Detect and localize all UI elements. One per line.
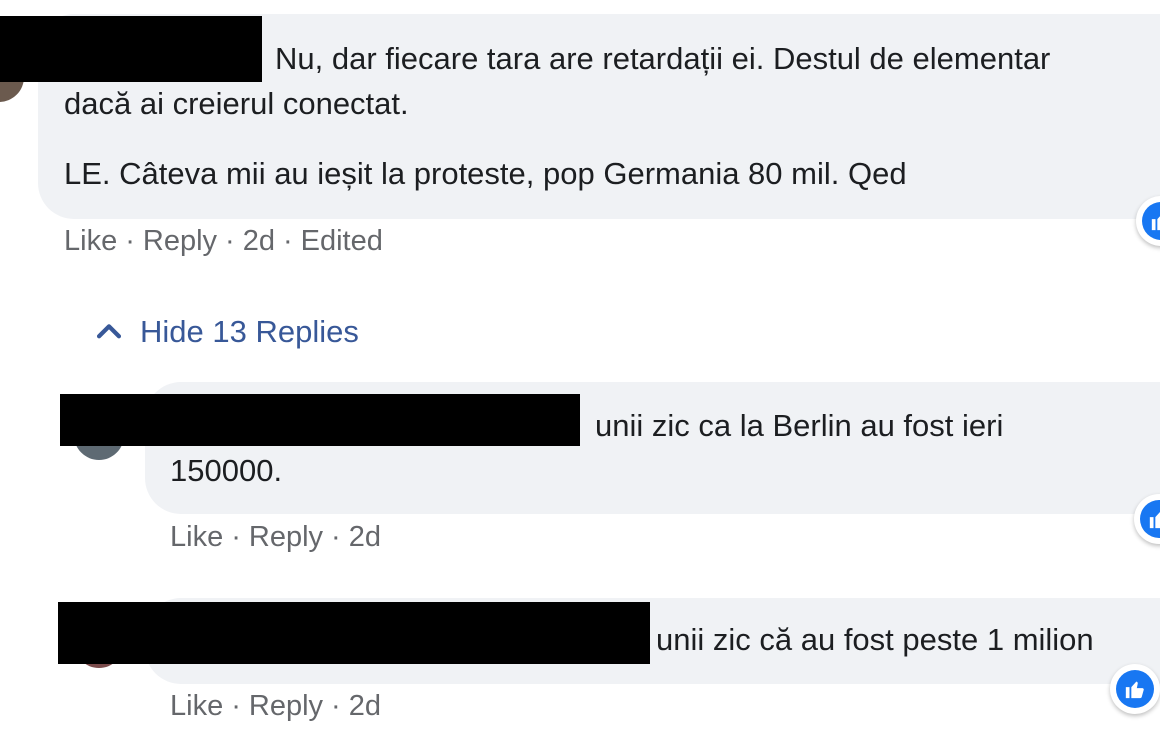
like-link[interactable]: Like [170,690,223,722]
reply-actions: Like · Reply · 2d [170,521,381,554]
reply-actions: Like · Reply · 2d [170,690,381,723]
like-link[interactable]: Like [170,521,223,553]
timestamp[interactable]: 2d [349,690,381,722]
comment-text-line: dacă ai creierul conectat. [64,86,409,121]
reply-link[interactable]: Reply [249,690,323,722]
redacted-author-name [0,16,262,82]
separator: · [225,225,235,257]
timestamp[interactable]: 2d [349,521,381,553]
reply-text-line: 150000. [170,453,283,488]
timestamp[interactable]: 2d [243,225,275,257]
comment-text-line: LE. Câteva mii au ieșit la proteste, pop… [64,156,907,191]
redacted-author-name [60,394,580,446]
reply-text-line: unii zic ca la Berlin au fost ieri [595,408,1004,443]
like-link[interactable]: Like [64,225,117,257]
comment-text-line: Nu, dar fiecare tara are retardații ei. … [275,41,1051,76]
separator: · [282,225,293,257]
hide-replies-label: Hide 13 Replies [140,314,359,349]
edited-label[interactable]: Edited [301,225,383,257]
reply-link[interactable]: Reply [249,521,323,553]
separator: · [231,690,241,722]
redacted-author-name [58,602,650,664]
chevron-up-icon [92,315,126,349]
reply-text-line: unii zic că au fost peste 1 milion [656,622,1094,657]
reply-link[interactable]: Reply [143,225,217,257]
comment-actions: Like · Reply · 2d · Edited [64,225,383,258]
separator: · [125,225,135,257]
comment-thread: Nu, dar fiecare tara are retardații ei. … [0,0,1160,750]
like-reaction-icon[interactable] [1110,664,1160,714]
separator: · [231,521,241,553]
separator: · [331,521,341,553]
separator: · [331,690,341,722]
hide-replies-button[interactable]: Hide 13 Replies [92,314,359,350]
